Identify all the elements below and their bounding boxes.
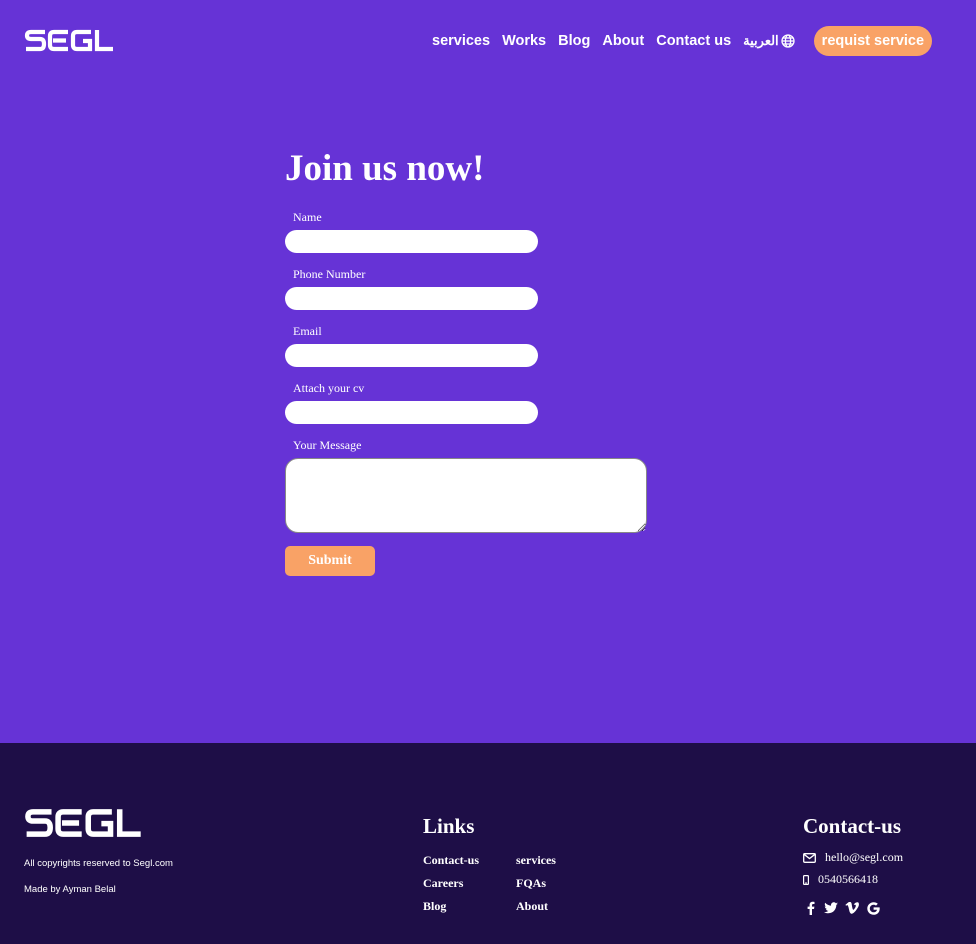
footer-link-services[interactable]: services [516, 853, 576, 868]
footer-link-blog[interactable]: Blog [423, 899, 516, 914]
nav-works[interactable]: Works [502, 33, 546, 49]
name-label: Name [293, 210, 322, 224]
page-title: Join us now! [285, 148, 485, 189]
main-nav: services Works Blog About Contact us الع… [432, 26, 933, 56]
contact-email[interactable]: hello@segl.com [803, 850, 903, 865]
nav-about[interactable]: About [602, 33, 644, 49]
email-label: Email [293, 324, 322, 338]
join-form: Join us now! Name Phone Number Email Att… [285, 148, 665, 576]
submit-button[interactable]: Submit [285, 546, 375, 576]
site-footer: All copyrights reserved to Segl.com Made… [0, 743, 976, 944]
segl-logo[interactable] [24, 29, 114, 52]
message-label: Your Message [293, 438, 362, 452]
footer-link-fqas[interactable]: FQAs [516, 876, 576, 891]
envelope-icon [803, 852, 816, 863]
footer-links: Contact-us services Careers FQAs Blog Ab… [423, 853, 576, 914]
nav-services[interactable]: services [432, 33, 490, 49]
social-links [803, 901, 887, 915]
phone-field[interactable] [285, 287, 538, 310]
language-label: العربية [743, 33, 779, 48]
google-icon[interactable] [866, 901, 880, 915]
footer-link-about[interactable]: About [516, 899, 576, 914]
name-field[interactable] [285, 230, 538, 253]
globe-icon [781, 34, 795, 48]
cv-field[interactable] [285, 401, 538, 424]
request-service-button[interactable]: requist service [813, 26, 933, 56]
footer-logo[interactable] [24, 807, 142, 839]
email-text: hello@segl.com [825, 850, 904, 864]
copyright-text: All copyrights reserved to Segl.com [24, 858, 173, 869]
facebook-icon[interactable] [803, 901, 817, 915]
message-field[interactable] [285, 458, 647, 533]
footer-link-careers[interactable]: Careers [423, 876, 516, 891]
email-field[interactable] [285, 344, 538, 367]
cv-label: Attach your cv [293, 381, 365, 395]
twitter-icon[interactable] [824, 901, 838, 915]
made-by-text: Made by Ayman Belal [24, 884, 116, 895]
footer-link-contact-us[interactable]: Contact-us [423, 853, 516, 868]
contact-title: Contact-us [803, 814, 901, 838]
mobile-icon [803, 874, 809, 885]
nav-blog[interactable]: Blog [558, 33, 590, 49]
phone-text: 0540566418 [818, 872, 878, 886]
contact-phone[interactable]: 0540566418 [803, 872, 878, 887]
phone-label: Phone Number [293, 267, 366, 281]
language-switch[interactable]: العربية [743, 33, 795, 49]
vimeo-icon[interactable] [845, 901, 859, 915]
links-title: Links [423, 814, 475, 838]
nav-contact-us[interactable]: Contact us [656, 33, 731, 49]
